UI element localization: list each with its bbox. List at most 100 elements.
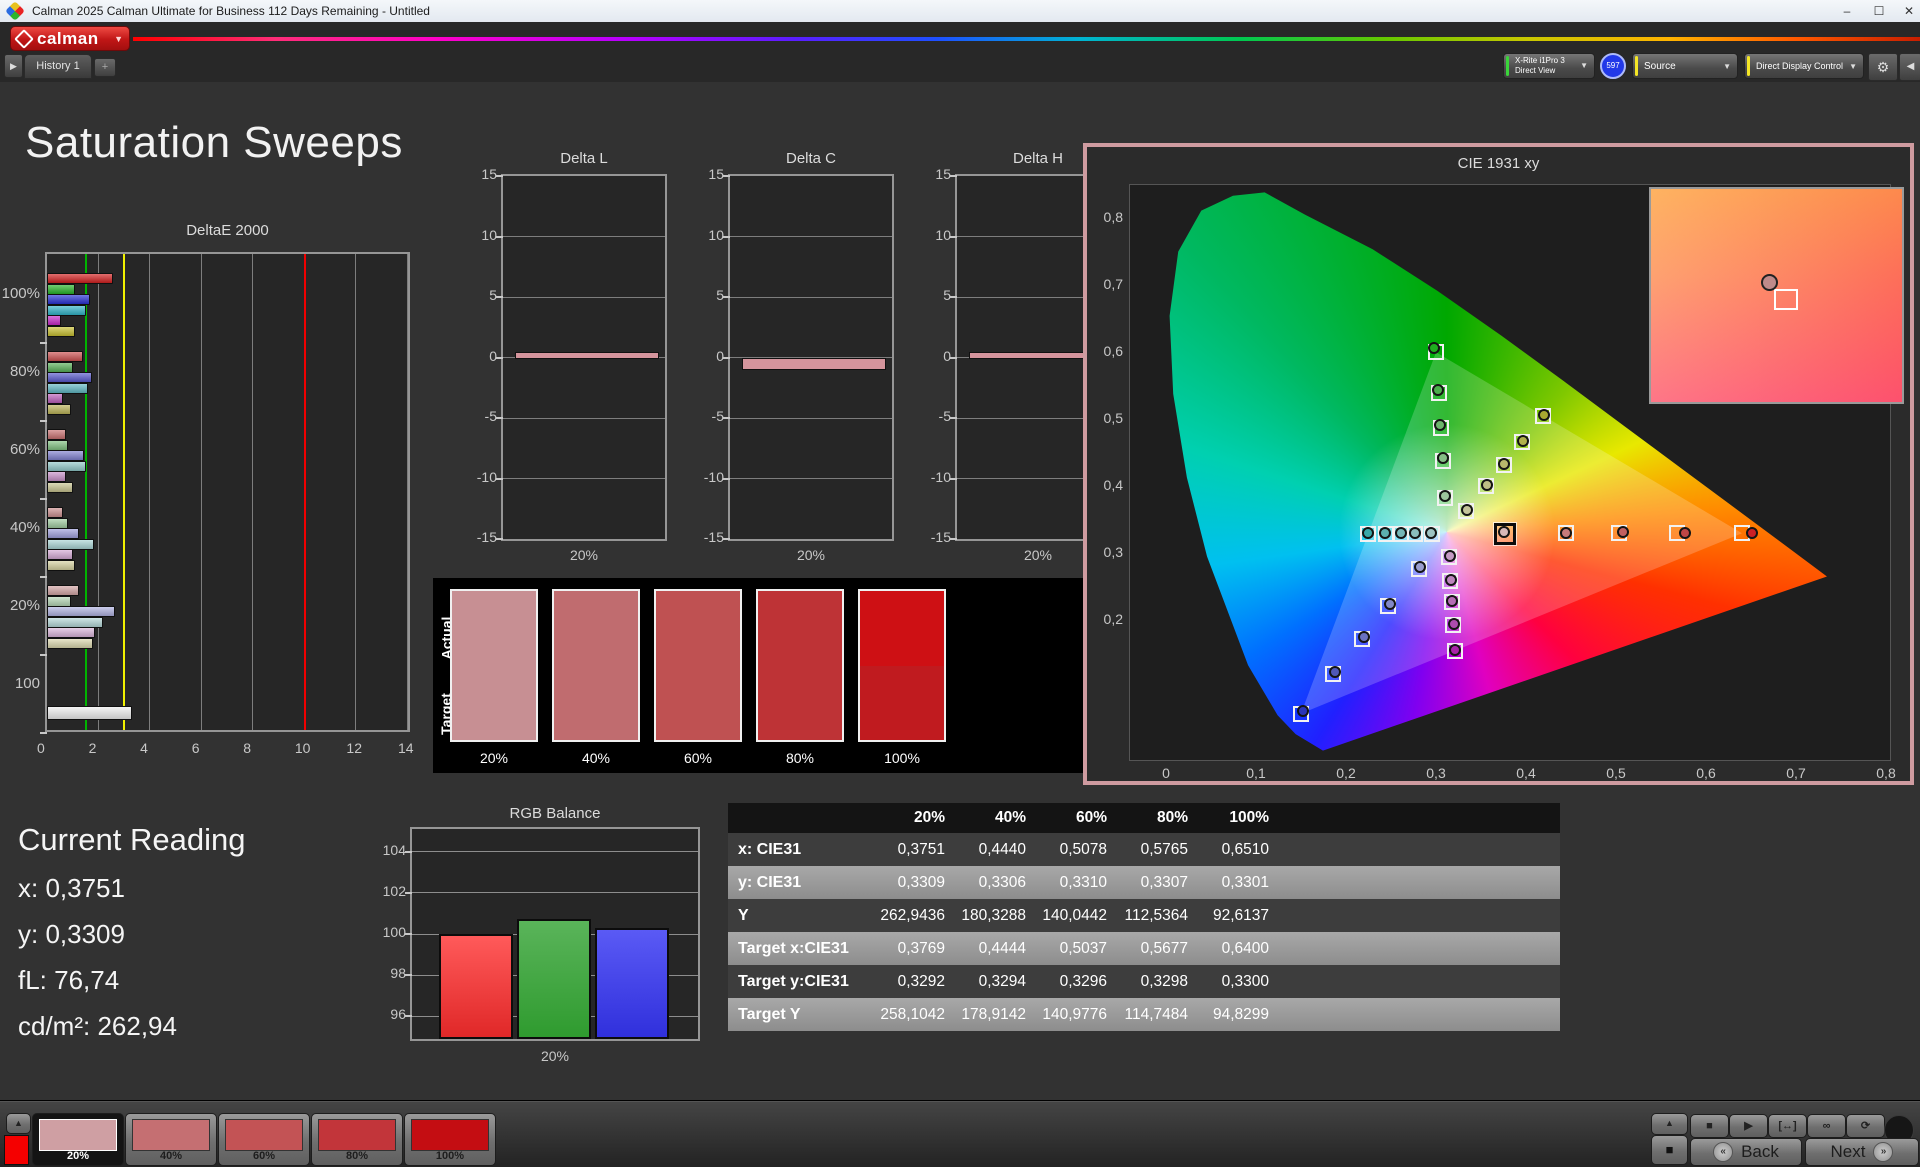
cie-actual-dot [1436,451,1449,464]
collapse-panel-button[interactable]: ◀ [1899,53,1920,81]
cie-ytick: 0,5 [1103,410,1123,427]
cie-actual-dot [1383,598,1396,611]
patch-button-20%[interactable]: 20% [32,1113,124,1166]
table-row-label: Y [738,906,749,924]
refresh-icon[interactable]: ⟳ [1846,1114,1885,1138]
delta-ytick: -15 [703,529,724,545]
delta-ytick: 15 [481,166,497,182]
axis-tick [405,850,412,853]
gridline [503,236,665,237]
delta-bar [515,352,659,360]
table-cell: 0,3294 [978,972,1026,990]
cie-ytick: 0,4 [1103,477,1123,494]
deltae-group-label: 100% [1,285,40,302]
stop-measure-button[interactable]: ■ [1651,1135,1688,1165]
deltae-bar [47,450,84,461]
patch-swatch [132,1119,210,1151]
table-row-label: Target y:CIE31 [738,972,849,990]
next-label: Next [1830,1142,1866,1161]
deltae2000-title: DeltaE 2000 [186,222,269,239]
table-row: Target Y 258,1042 178,9142 140,9776 114,7484… [728,998,1560,1031]
axis-tick [40,498,47,500]
deltae-xtick: 2 [88,740,97,756]
deltae-bar [47,606,115,617]
axis-tick [496,356,503,359]
deltae-group-label: 80% [9,363,40,380]
delta-bar [742,357,886,371]
reading-cdm2: cd/m²: 262,94 [18,1011,177,1041]
calman-app-icon [5,1,25,21]
delta-ytick: 10 [935,226,951,243]
swatch-target-half [554,665,638,740]
source-dropdown[interactable]: Source ▼ [1632,53,1738,79]
calman-diamond-icon [14,28,34,49]
deltae2000-chart: DeltaE 2000 100% 80% 60% 40% 20% 100 0 2 4 6 8 10 12… [2,222,425,767]
deltae-group-label: 100 [14,675,40,692]
layout-nav-toggle[interactable]: ▶ [4,54,23,78]
current-reading: Current Reading x: 0,3751 y: 0,3309 fL: … [18,822,245,1042]
display-control-dropdown[interactable]: Direct Display Control ▼ [1744,53,1864,79]
delta-ytick: 5 [489,287,497,303]
cie-ytick: 0,2 [1103,611,1123,628]
table-row: Y 262,9436 180,3288 140,0442 112,5364 92,6137 [728,899,1560,932]
deltae-bar [47,471,66,482]
loop-infinite-icon[interactable]: ∞ [1807,1114,1846,1138]
patch-label: 60% [252,1150,276,1162]
close-button[interactable]: ✕ [1896,2,1920,20]
strip-swatch [756,589,844,742]
stop-icon[interactable]: ■ [1690,1114,1729,1138]
axis-tick [496,296,503,298]
cie-actual-dot [1328,666,1341,679]
bottom-bar: ▲ 20% 40% 60% 80% 100% ▲ ■ ■ ▶ [↔] ∞ ⟳ « Back Ne… [0,1100,1920,1167]
play-icon[interactable]: ▶ [1729,1114,1768,1138]
patch-button-80%[interactable]: 80% [311,1113,403,1166]
current-reading-title: Current Reading [18,822,246,857]
table-cell: 0,5765 [1140,840,1188,858]
source-status-stripe [1635,56,1638,76]
deltae-bar [47,585,79,596]
gridline [730,236,892,237]
table-header-cell: 60% [1075,809,1107,826]
meter-select-dropdown[interactable]: X-Rite i1Pro 3 Direct View ▼ [1503,53,1595,79]
rgb-ytick: 98 [390,965,406,982]
patch-button-40%[interactable]: 40% [125,1113,217,1166]
axis-tick [723,175,730,177]
deltae-bar [47,538,95,550]
gear-icon[interactable]: ⚙ [1868,53,1898,81]
cie-actual-dot [1447,617,1460,630]
window-titlebar: Calman 2025 Calman Ultimate for Business… [0,0,1920,23]
cie-actual-dot [1516,434,1529,447]
maximize-button[interactable]: ☐ [1866,2,1892,20]
cie-actual-dot [1745,527,1758,540]
back-button[interactable]: « Back [1690,1138,1802,1166]
deltae-bar [47,429,66,440]
page-title: Saturation Sweeps [25,118,403,167]
delta-ytick: -15 [476,529,497,545]
axis-tick [950,417,957,419]
tab-history-1[interactable]: History 1 [24,54,92,79]
chevron-down-icon: ▼ [1723,61,1731,71]
cie-actual-dot [1443,549,1456,562]
next-button[interactable]: Next » [1805,1138,1919,1166]
back-chevron-icon: « [1713,1142,1734,1162]
range-icon[interactable]: [↔] [1768,1114,1807,1138]
axis-tick [950,175,957,177]
patch-button-60%[interactable]: 60% [218,1113,310,1166]
cie-actual-dot [1394,527,1407,540]
minimize-button[interactable]: – [1834,2,1860,20]
rgb-bar-red [439,934,513,1039]
meter-status-stripe [1506,56,1509,76]
table-cell: 92,6137 [1212,906,1269,924]
axis-tick [496,538,503,540]
table-row-label: y: CIE31 [738,873,802,891]
rgb-balance-title: RGB Balance [509,805,601,822]
patch-list-toggle[interactable]: ▲ [6,1113,31,1134]
rgb-bar-green [517,918,591,1039]
delta-ytick: -10 [476,468,497,485]
current-patch-color [4,1135,29,1165]
patch-button-100%[interactable]: 100% [404,1113,496,1166]
add-tab-button[interactable]: + [94,58,116,77]
calman-menu-button[interactable]: calman ▼ [10,26,130,51]
table-cell: 0,6400 [1221,939,1269,957]
transport-arrow-button[interactable]: ▲ [1651,1113,1688,1135]
